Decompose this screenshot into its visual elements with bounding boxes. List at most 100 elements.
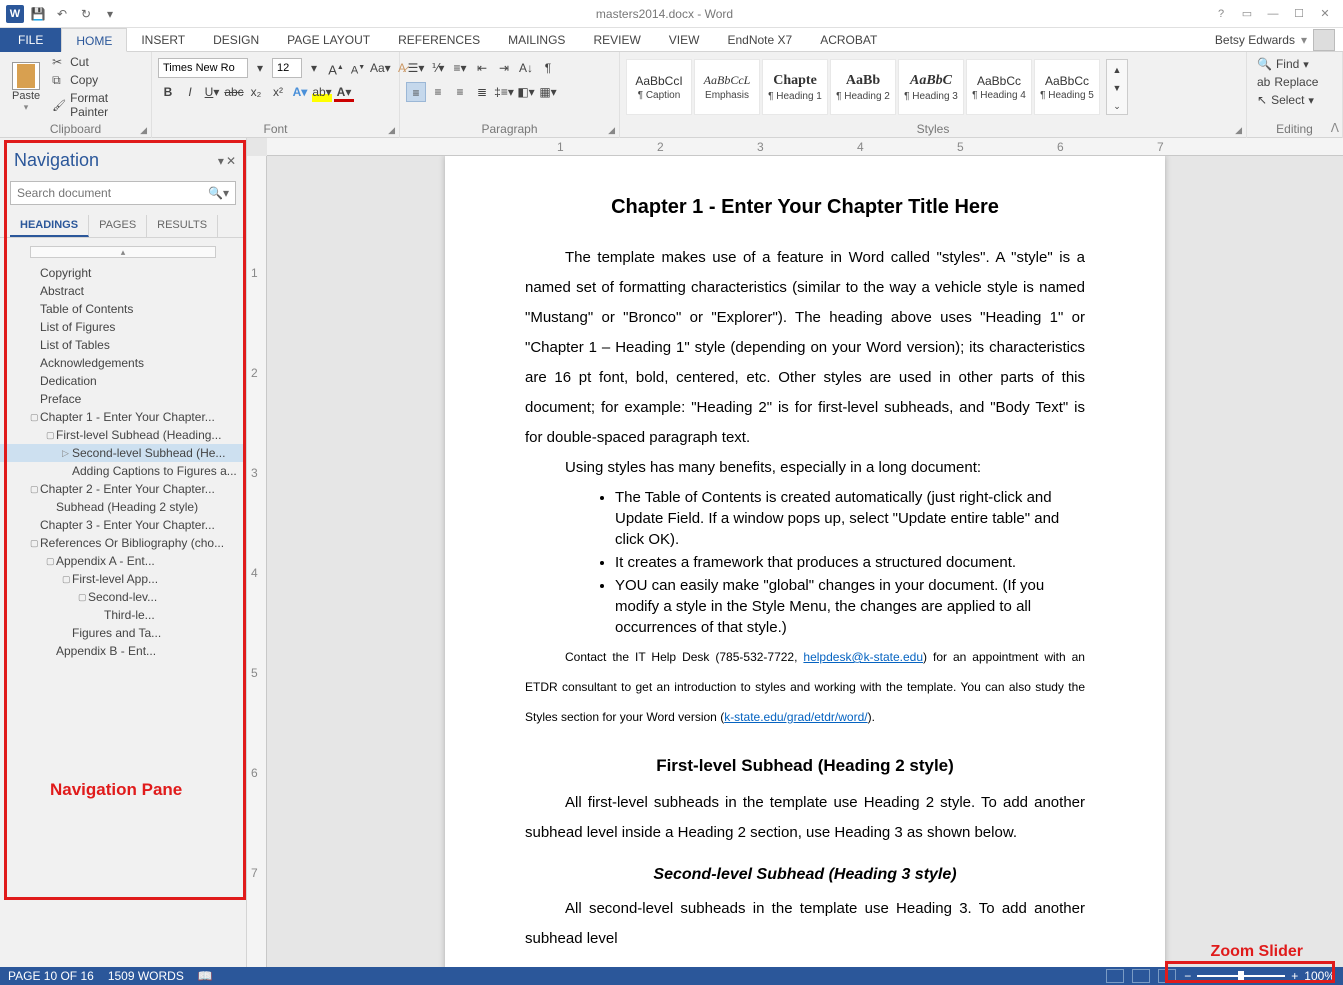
- clipboard-dialog-icon[interactable]: ◢: [140, 125, 147, 136]
- minimize-icon[interactable]: —: [1261, 4, 1285, 24]
- tab-design[interactable]: DESIGN: [199, 28, 273, 52]
- nav-heading-item[interactable]: List of Tables: [0, 336, 246, 354]
- tab-view[interactable]: VIEW: [655, 28, 714, 52]
- nav-collapse-all-icon[interactable]: ▴: [30, 246, 216, 258]
- tab-page-layout[interactable]: PAGE LAYOUT: [273, 28, 384, 52]
- word-count[interactable]: 1509 WORDS: [108, 969, 184, 983]
- tab-review[interactable]: REVIEW: [579, 28, 654, 52]
- paste-button[interactable]: Paste ▾: [6, 60, 46, 115]
- close-icon[interactable]: ✕: [1313, 4, 1337, 24]
- style-item[interactable]: AaBbCc¶ Heading 4: [966, 59, 1032, 115]
- nav-heading-item[interactable]: ▢References Or Bibliography (cho...: [0, 534, 246, 552]
- nav-heading-item[interactable]: ▢Chapter 2 - Enter Your Chapter...: [0, 480, 246, 498]
- url-link[interactable]: k-state.edu/grad/etdr/word/: [724, 710, 867, 724]
- email-link[interactable]: helpdesk@k-state.edu: [803, 650, 923, 664]
- replace-button[interactable]: abReplace: [1253, 74, 1322, 90]
- tab-references[interactable]: REFERENCES: [384, 28, 494, 52]
- cut-button[interactable]: Cut: [48, 54, 145, 70]
- tab-endnote[interactable]: EndNote X7: [713, 28, 806, 52]
- font-name-input[interactable]: [158, 58, 248, 78]
- grow-font-icon[interactable]: A▲: [326, 58, 346, 78]
- style-scroll-up-icon[interactable]: ▲: [1107, 60, 1127, 78]
- nav-heading-item[interactable]: Subhead (Heading 2 style): [0, 498, 246, 516]
- print-layout-icon[interactable]: [1132, 969, 1150, 983]
- nav-heading-item[interactable]: Dedication: [0, 372, 246, 390]
- shading-icon[interactable]: ◧▾: [516, 82, 536, 102]
- tab-acrobat[interactable]: ACROBAT: [806, 28, 891, 52]
- nav-heading-item[interactable]: ▢First-level App...: [0, 570, 246, 588]
- zoom-track[interactable]: [1197, 975, 1285, 977]
- align-right-button[interactable]: ≡: [450, 82, 470, 102]
- collapse-ribbon-icon[interactable]: ᐱ: [1331, 121, 1339, 135]
- format-painter-button[interactable]: Format Painter: [48, 90, 145, 120]
- borders-icon[interactable]: ▦▾: [538, 82, 558, 102]
- vertical-ruler[interactable]: 1234567: [247, 156, 267, 967]
- undo-icon[interactable]: ↶: [52, 4, 72, 24]
- style-scroll-down-icon[interactable]: ▼: [1107, 78, 1127, 96]
- nav-heading-item[interactable]: ▷Second-level Subhead (He...: [0, 444, 246, 462]
- italic-button[interactable]: I: [180, 82, 200, 102]
- nav-close-icon[interactable]: ✕: [226, 154, 236, 168]
- numbering-icon[interactable]: ⅟▾: [428, 58, 448, 78]
- underline-button[interactable]: U▾: [202, 82, 222, 102]
- line-spacing-icon[interactable]: ‡≡▾: [494, 82, 514, 102]
- text-effects-icon[interactable]: A▾: [290, 82, 310, 102]
- nav-heading-item[interactable]: Acknowledgements: [0, 354, 246, 372]
- bullets-icon[interactable]: ☰▾: [406, 58, 426, 78]
- bold-button[interactable]: B: [158, 82, 178, 102]
- highlight-icon[interactable]: ab▾: [312, 82, 332, 102]
- nav-heading-item[interactable]: Table of Contents: [0, 300, 246, 318]
- nav-heading-item[interactable]: Abstract: [0, 282, 246, 300]
- help-icon[interactable]: ?: [1209, 4, 1233, 24]
- find-button[interactable]: 🔍Find ▾: [1253, 56, 1313, 72]
- zoom-in-icon[interactable]: +: [1291, 969, 1298, 983]
- copy-button[interactable]: Copy: [48, 72, 145, 88]
- nav-heading-item[interactable]: ▢Appendix A - Ent...: [0, 552, 246, 570]
- increase-indent-icon[interactable]: ⇥: [494, 58, 514, 78]
- show-marks-icon[interactable]: ¶: [538, 58, 558, 78]
- tab-mailings[interactable]: MAILINGS: [494, 28, 579, 52]
- nav-heading-item[interactable]: Copyright: [0, 264, 246, 282]
- tab-file[interactable]: FILE: [0, 28, 61, 52]
- zoom-level[interactable]: 100%: [1304, 969, 1335, 983]
- align-left-button[interactable]: ≡: [406, 82, 426, 102]
- font-dialog-icon[interactable]: ◢: [388, 125, 395, 136]
- maximize-icon[interactable]: ☐: [1287, 4, 1311, 24]
- page-scroll[interactable]: Chapter 1 - Enter Your Chapter Title Her…: [267, 156, 1343, 967]
- save-icon[interactable]: 💾: [28, 4, 48, 24]
- style-item[interactable]: AaBbCcLEmphasis: [694, 59, 760, 115]
- page-count[interactable]: PAGE 10 OF 16: [8, 969, 94, 983]
- nav-heading-item[interactable]: Adding Captions to Figures a...: [0, 462, 246, 480]
- horizontal-ruler[interactable]: 1234567: [267, 138, 1343, 156]
- subscript-button[interactable]: x₂: [246, 82, 266, 102]
- document-page[interactable]: Chapter 1 - Enter Your Chapter Title Her…: [445, 156, 1165, 967]
- nav-heading-item[interactable]: ▢Chapter 1 - Enter Your Chapter...: [0, 408, 246, 426]
- redo-icon[interactable]: ↻: [76, 4, 96, 24]
- nav-tab-results[interactable]: RESULTS: [147, 215, 218, 237]
- font-color-icon[interactable]: A▾: [334, 82, 354, 102]
- nav-heading-item[interactable]: Preface: [0, 390, 246, 408]
- zoom-slider[interactable]: − + 100%: [1184, 969, 1335, 983]
- style-item[interactable]: AaBb¶ Heading 2: [830, 59, 896, 115]
- styles-dialog-icon[interactable]: ◢: [1235, 125, 1242, 136]
- nav-tab-pages[interactable]: PAGES: [89, 215, 147, 237]
- style-item[interactable]: AaBbC¶ Heading 3: [898, 59, 964, 115]
- shrink-font-icon[interactable]: A▼: [348, 58, 368, 78]
- font-size-dropdown-icon[interactable]: ▾: [304, 58, 324, 78]
- qat-dropdown-icon[interactable]: ▾: [100, 4, 120, 24]
- multilevel-list-icon[interactable]: ≡▾: [450, 58, 470, 78]
- superscript-button[interactable]: x²: [268, 82, 288, 102]
- style-item[interactable]: Chapte¶ Heading 1: [762, 59, 828, 115]
- style-gallery[interactable]: AaBbCcI¶ CaptionAaBbCcLEmphasisChapte¶ H…: [622, 55, 1104, 119]
- nav-heading-item[interactable]: ▢First-level Subhead (Heading...: [0, 426, 246, 444]
- zoom-out-icon[interactable]: −: [1184, 969, 1191, 983]
- font-name-dropdown-icon[interactable]: ▾: [250, 58, 270, 78]
- nav-heading-item[interactable]: List of Figures: [0, 318, 246, 336]
- nav-heading-item[interactable]: Third-le...: [0, 606, 246, 624]
- style-expand-icon[interactable]: ⌄: [1107, 96, 1127, 114]
- justify-button[interactable]: ≣: [472, 82, 492, 102]
- align-center-button[interactable]: ≡: [428, 82, 448, 102]
- nav-dropdown-icon[interactable]: ▾: [218, 154, 224, 168]
- proofing-icon[interactable]: 📖: [198, 969, 213, 983]
- tab-home[interactable]: HOME: [61, 28, 127, 52]
